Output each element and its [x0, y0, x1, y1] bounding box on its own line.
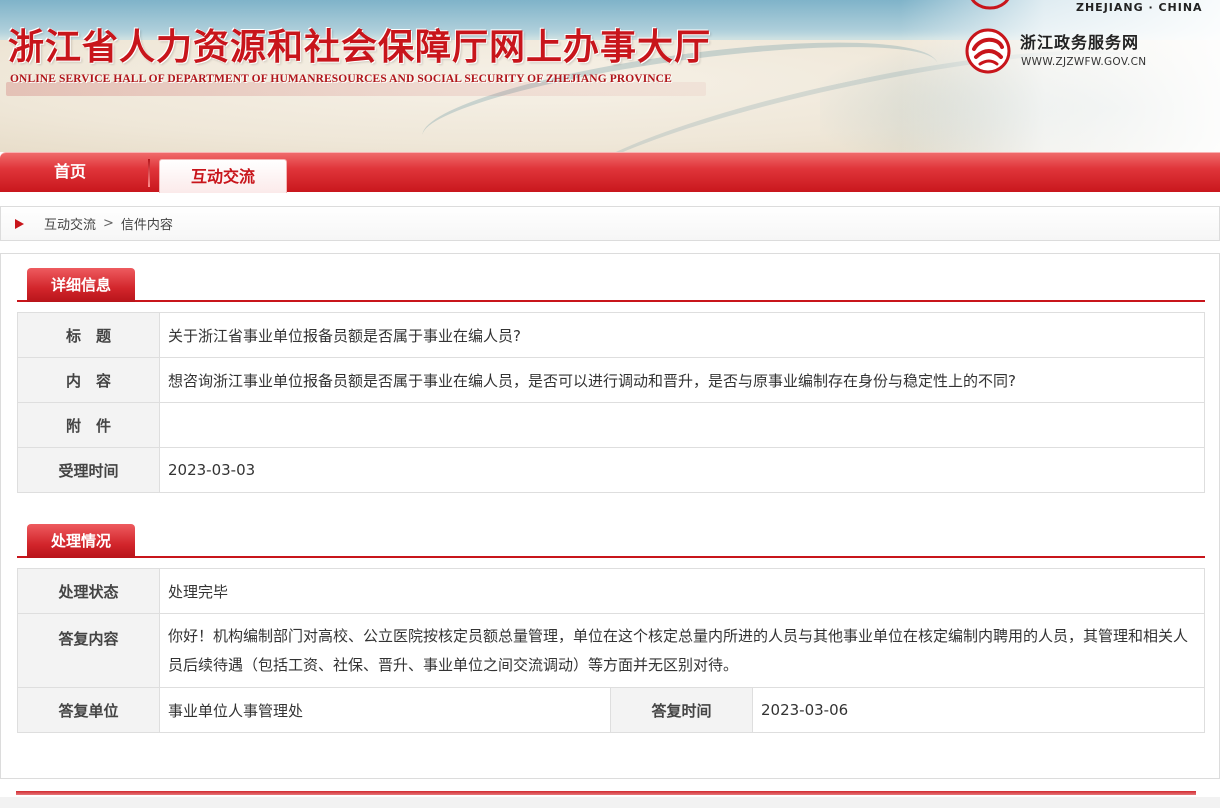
- content-frame: 详细信息 标 题 关于浙江省事业单位报备员额是否属于事业在编人员? 内 容 想咨…: [0, 253, 1220, 779]
- processing-value-reply: 你好！机构编制部门对高校、公立医院按核定员额总量管理，单位在这个核定总量内所进的…: [159, 613, 1205, 688]
- table-row: 标 题 关于浙江省事业单位报备员额是否属于事业在编人员?: [17, 312, 1205, 358]
- detail-label-content: 内 容: [17, 357, 160, 403]
- region-label: ZHEJIANG · CHINA: [1076, 1, 1203, 14]
- detail-value-content: 想咨询浙江事业单位报备员额是否属于事业在编人员，是否可以进行调动和晋升，是否与原…: [159, 357, 1205, 403]
- detail-value-attachment: [159, 402, 1205, 448]
- gov-portal-url[interactable]: WWW.ZJZWFW.GOV.CN: [1021, 56, 1146, 68]
- processing-label-status: 处理状态: [17, 568, 160, 614]
- main-nav: 首页 互动交流: [0, 152, 1220, 193]
- site-subtitle: ONLINE SERVICE HALL OF DEPARTMENT OF HUM…: [10, 73, 672, 85]
- swirl-logo-icon: [970, 0, 1010, 10]
- zjzwfw-swirl-logo-icon[interactable]: [964, 27, 1012, 75]
- nav-separator: [148, 159, 150, 187]
- footer-divider: [16, 791, 1196, 795]
- processing-label-unit: 答复单位: [17, 687, 160, 733]
- processing-value-reply-time: 2023-03-06: [752, 687, 1205, 733]
- table-row: 内 容 想咨询浙江事业单位报备员额是否属于事业在编人员，是否可以进行调动和晋升，…: [17, 357, 1205, 403]
- processing-table: 处理状态 处理完毕 答复内容 你好！机构编制部门对高校、公立医院按核定员额总量管…: [17, 568, 1205, 733]
- detail-section-title: 详细信息: [27, 268, 135, 302]
- table-row: 附 件: [17, 402, 1205, 448]
- processing-section-header: 处理情况: [17, 524, 1205, 558]
- detail-table: 标 题 关于浙江省事业单位报备员额是否属于事业在编人员? 内 容 想咨询浙江事业…: [17, 312, 1205, 493]
- processing-value-status: 处理完毕: [159, 568, 1205, 614]
- detail-value-title: 关于浙江省事业单位报备员额是否属于事业在编人员?: [159, 312, 1205, 358]
- breadcrumb-separator: >: [103, 216, 114, 231]
- detail-label-title: 标 题: [17, 312, 160, 358]
- detail-label-accept-time: 受理时间: [17, 447, 160, 493]
- table-row: 受理时间 2023-03-03: [17, 447, 1205, 493]
- processing-label-reply: 答复内容: [17, 613, 160, 688]
- processing-value-unit: 事业单位人事管理处: [159, 687, 611, 733]
- site-banner: 浙江省人力资源和社会保障厅网上办事大厅 ONLINE SERVICE HALL …: [0, 0, 1220, 152]
- gov-portal-name[interactable]: 浙江政务服务网: [1020, 29, 1139, 53]
- table-row: 处理状态 处理完毕: [17, 568, 1205, 614]
- nav-item-interaction[interactable]: 互动交流: [159, 159, 287, 193]
- detail-label-attachment: 附 件: [17, 402, 160, 448]
- table-row: 答复内容 你好！机构编制部门对高校、公立医院按核定员额总量管理，单位在这个核定总…: [17, 613, 1205, 688]
- processing-section-title: 处理情况: [27, 524, 135, 558]
- detail-value-accept-time: 2023-03-03: [159, 447, 1205, 493]
- breadcrumb-item-interaction[interactable]: 互动交流: [44, 214, 96, 233]
- processing-label-reply-time: 答复时间: [610, 687, 753, 733]
- detail-section-header: 详细信息: [17, 268, 1205, 302]
- breadcrumb: 互动交流 > 信件内容: [0, 206, 1220, 241]
- table-row: 答复单位 事业单位人事管理处 答复时间 2023-03-06: [17, 687, 1205, 733]
- footer-strip: [0, 797, 1220, 808]
- nav-item-home[interactable]: 首页: [0, 153, 150, 191]
- banner-fade: [900, 0, 1220, 152]
- breadcrumb-item-letter: 信件内容: [120, 218, 173, 233]
- site-title: 浙江省人力资源和社会保障厅网上办事大厅: [8, 26, 712, 68]
- triangle-right-icon: [15, 218, 24, 229]
